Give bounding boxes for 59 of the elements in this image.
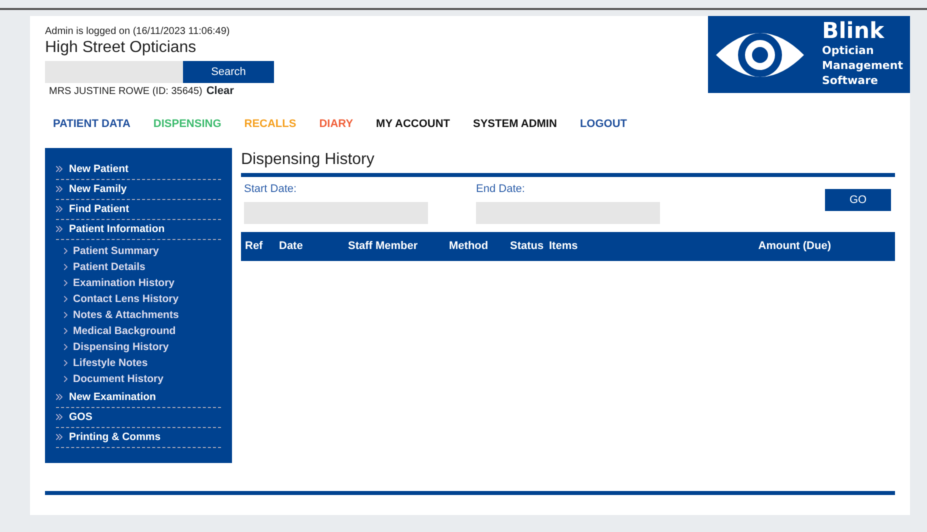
chevron-icon	[56, 226, 63, 232]
search-field[interactable]	[45, 61, 183, 83]
chevron-icon	[64, 312, 68, 318]
column-header: Staff Member	[348, 238, 419, 254]
sidebar-item[interactable]: Printing & Comms	[56, 428, 221, 448]
logo-tagline: Optician	[822, 43, 875, 58]
sidebar-subitem[interactable]: Document History	[56, 372, 221, 388]
chevron-icon	[64, 296, 68, 302]
field-label: End Date:	[476, 182, 526, 197]
chevron-icon	[56, 166, 63, 172]
practice-name: High Street Opticians	[45, 39, 196, 57]
column-header: Status	[510, 238, 545, 254]
column-header: Date	[279, 238, 304, 254]
logo-tagline: Software	[822, 73, 879, 88]
start-date-field[interactable]	[244, 202, 428, 224]
chevron-icon	[64, 248, 68, 254]
sidebar-subitem[interactable]: Dispensing History	[56, 340, 221, 356]
go-button[interactable]: GO	[825, 189, 891, 211]
sidebar-subitem[interactable]: Notes & Attachments	[56, 308, 221, 324]
chevron-icon	[64, 360, 68, 366]
sidebar-item[interactable]: New Patient	[56, 160, 221, 180]
chevron-icon	[56, 394, 63, 400]
logo-tagline: Management	[822, 58, 903, 73]
chevron-icon	[64, 328, 68, 334]
column-header: Ref	[245, 238, 264, 254]
sidebar-item[interactable]: Patient Information	[56, 220, 221, 240]
sidebar-item[interactable]: GOS	[56, 408, 221, 428]
chevron-icon	[64, 376, 68, 382]
chevron-icon	[56, 434, 63, 440]
nav-link[interactable]: LOGOUT	[580, 116, 627, 132]
chevron-icon	[56, 206, 63, 212]
sidebar-subitem[interactable]: Contact Lens History	[56, 292, 221, 308]
end-date-field[interactable]	[476, 202, 660, 224]
field-label: Start Date:	[244, 182, 298, 197]
chevron-icon	[64, 280, 68, 286]
sidebar-subitem[interactable]: Patient Summary	[56, 244, 221, 260]
patient-name: MRS JUSTINE ROWE (ID: 35645)	[49, 85, 202, 99]
sidebar-subitem[interactable]: Patient Details	[56, 260, 221, 276]
sidebar-subitem[interactable]: Examination History	[56, 276, 221, 292]
clear-link[interactable]: Clear	[206, 83, 234, 100]
login-status: Admin is logged on (16/11/2023 11:06:49)	[45, 25, 230, 39]
sidebar-subitem[interactable]: Lifestyle Notes	[56, 356, 221, 372]
nav-link[interactable]: PATIENT DATA	[53, 116, 130, 132]
chevron-icon	[56, 186, 63, 192]
column-header: Amount (Due)	[758, 238, 831, 254]
sidebar-item[interactable]: Find Patient	[56, 200, 221, 220]
nav-link[interactable]: SYSTEM ADMIN	[473, 116, 557, 132]
nav-link[interactable]: MY ACCOUNT	[376, 116, 450, 132]
logo-name: Blink	[822, 21, 886, 43]
column-header: Items	[549, 238, 579, 254]
sidebar-item[interactable]: New Examination	[56, 388, 221, 408]
chevron-icon	[64, 264, 68, 270]
column-header: Method	[449, 238, 490, 254]
sidebar-subitem[interactable]: Medical Background	[56, 324, 221, 340]
chevron-icon	[56, 414, 63, 420]
sidebar-item[interactable]: New Family	[56, 180, 221, 200]
chevron-icon	[64, 344, 68, 350]
page-title: Dispensing History	[241, 148, 895, 177]
search-button[interactable]: Search	[183, 61, 274, 83]
